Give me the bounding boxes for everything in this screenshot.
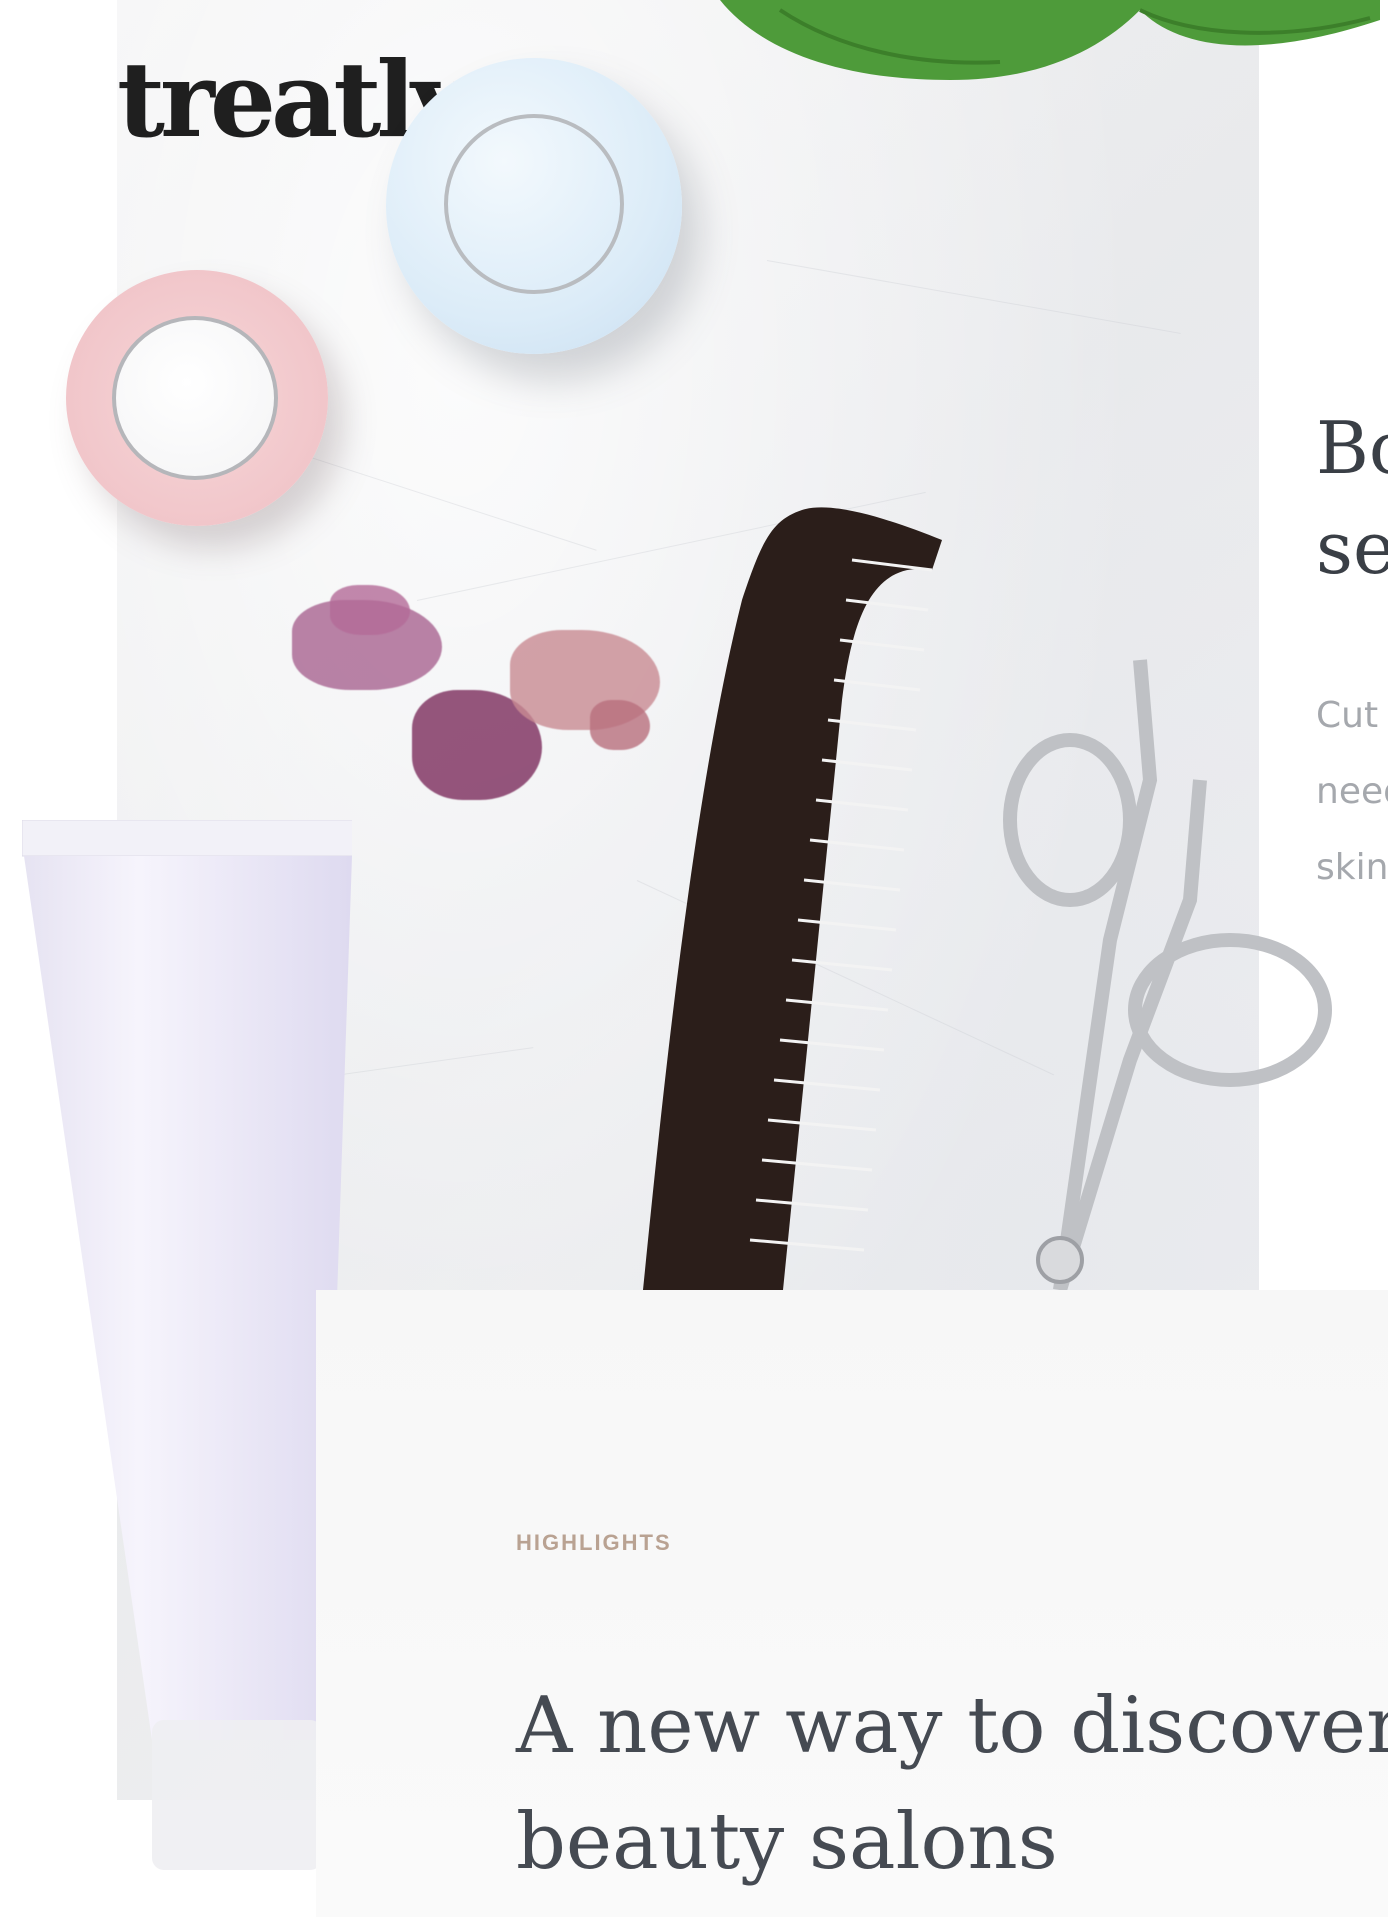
side-title-line: Bo xyxy=(1316,406,1388,490)
side-section-text: Cut need skin xyxy=(1316,678,1388,906)
side-title-line: se xyxy=(1316,506,1388,590)
cream-jar-image xyxy=(386,58,682,354)
scissors-image xyxy=(1003,659,1332,1293)
side-text-line: skin xyxy=(1316,847,1388,888)
side-section-title: Bo se xyxy=(1316,398,1388,598)
highlights-title: A new way to discover beauty salons xyxy=(516,1668,1388,1900)
side-text-line: Cut xyxy=(1316,695,1379,736)
leaf-image xyxy=(720,0,1380,80)
highlights-title-line: beauty salons xyxy=(516,1797,1058,1887)
side-text-line: need xyxy=(1316,771,1388,812)
tube-image xyxy=(22,820,352,1870)
highlights-title-line: A new way to discover xyxy=(516,1681,1388,1771)
highlights-card: HIGHLIGHTS A new way to discover beauty … xyxy=(316,1290,1388,1917)
comb-image xyxy=(642,507,942,1300)
highlights-eyebrow: HIGHLIGHTS xyxy=(516,1530,672,1555)
cream-jar-image xyxy=(66,270,328,526)
